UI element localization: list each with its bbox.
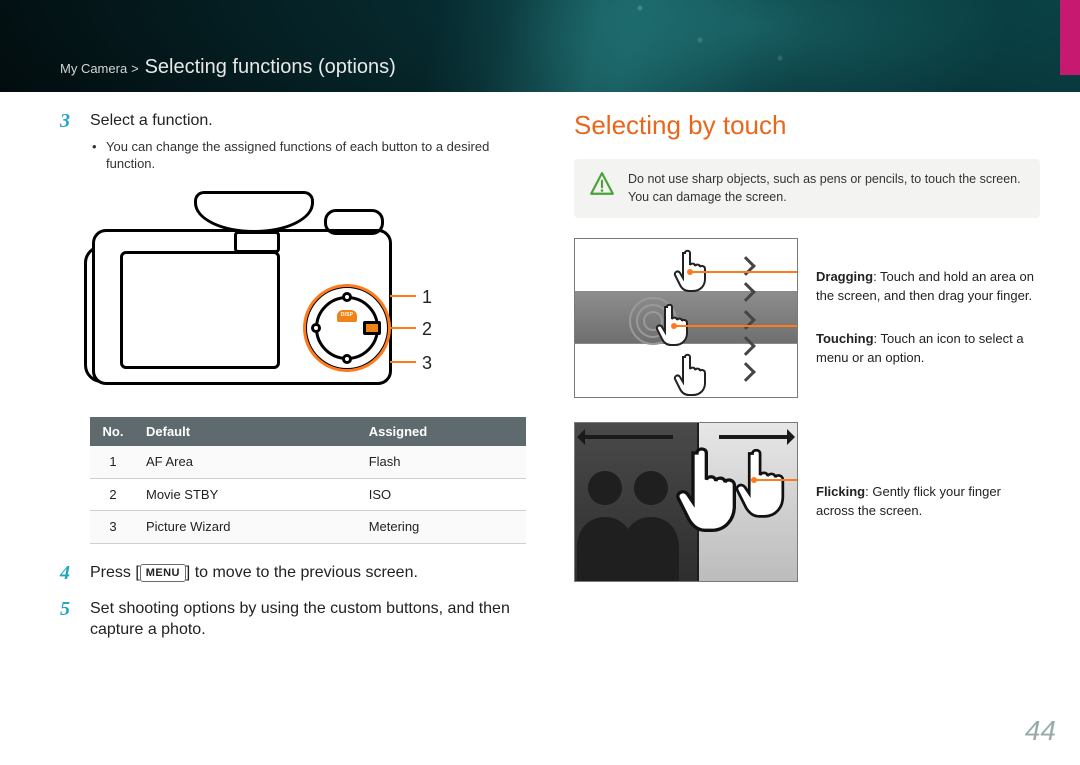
gesture-flick: Flicking: Gently flick your finger acros… <box>574 422 1040 582</box>
breadcrumb: My Camera > Selecting functions (options… <box>60 56 396 79</box>
control-dial: DISP <box>304 285 390 371</box>
th-no: No. <box>90 417 136 447</box>
gesture-drag-touch: Dragging: Touch and hold an area on the … <box>574 238 1040 398</box>
flicking-desc: Flicking: Gently flick your finger acros… <box>816 483 1040 521</box>
breadcrumb-sep: > <box>131 61 139 76</box>
ok-button-icon <box>363 321 381 335</box>
callout-2: 2 <box>422 317 432 341</box>
step-4: 4 Press [MENU] to move to the previous s… <box>60 562 526 584</box>
th-assigned: Assigned <box>359 417 526 447</box>
section-tab <box>1060 0 1080 75</box>
step-3-text: Select a function. <box>90 110 526 132</box>
breadcrumb-parent: My Camera <box>60 61 127 76</box>
warning-box: Do not use sharp objects, such as pens o… <box>574 159 1040 218</box>
hand-pointer-icon <box>733 447 785 530</box>
section-title: Selecting by touch <box>574 110 1040 141</box>
disp-icon: DISP <box>337 310 357 322</box>
step-4-pre: Press [ <box>90 564 140 581</box>
dragging-desc: Dragging: Touch and hold an area on the … <box>816 268 1040 306</box>
right-column: Selecting by touch Do not use sharp obje… <box>574 110 1040 705</box>
callout-1: 1 <box>422 285 432 309</box>
table-row: 2 Movie STBY ISO <box>90 478 526 511</box>
touching-desc: Touching: Touch an icon to select a menu… <box>816 330 1040 368</box>
table-header-row: No. Default Assigned <box>90 417 526 447</box>
step-5: 5 Set shooting options by using the cust… <box>60 598 526 641</box>
breadcrumb-title: Selecting functions (options) <box>145 56 396 78</box>
left-column: 3 Select a function. You can change the … <box>60 110 526 705</box>
step-number: 4 <box>60 562 76 584</box>
th-default: Default <box>136 417 359 447</box>
hand-pointer-icon <box>671 351 711 397</box>
function-table: No. Default Assigned 1 AF Area Flash <box>90 417 526 544</box>
hand-pointer-icon <box>673 445 737 546</box>
step-4-post: ] to move to the previous screen. <box>186 564 418 581</box>
callout-3: 3 <box>422 351 432 375</box>
warning-icon <box>588 171 616 197</box>
step-3: 3 Select a function. You can change the … <box>60 110 526 544</box>
warning-text: Do not use sharp objects, such as pens o… <box>628 171 1026 206</box>
arrow-right-icon <box>719 435 791 439</box>
page-number: 44 <box>1025 715 1056 747</box>
step-number: 3 <box>60 110 76 544</box>
gesture-figure-flick <box>574 422 798 582</box>
menu-button-icon: MENU <box>140 564 186 582</box>
camera-illustration: DISP 1 2 3 <box>84 185 444 405</box>
arrow-left-icon <box>581 435 673 439</box>
step-5-text: Set shooting options by using the custom… <box>90 598 526 641</box>
table-row: 3 Picture Wizard Metering <box>90 511 526 544</box>
step-3-bullet: You can change the assigned functions of… <box>92 138 526 173</box>
table-row: 1 AF Area Flash <box>90 446 526 478</box>
gesture-figure-list <box>574 238 798 398</box>
step-number: 5 <box>60 598 76 641</box>
